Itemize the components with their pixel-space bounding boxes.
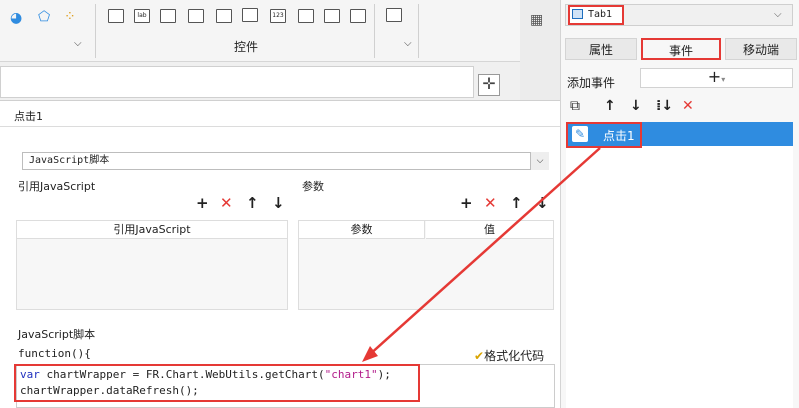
move-bottom-icon[interactable]: ⁞↓: [656, 98, 673, 114]
move-up-icon[interactable]: ↑: [246, 194, 259, 212]
scatter-icon[interactable]: ⁘: [64, 9, 76, 25]
ref-table: 引用JavaScript: [16, 220, 288, 310]
function-label: function(){: [18, 347, 91, 360]
radio-group-icon[interactable]: [324, 9, 340, 23]
plus-icon[interactable]: +: [196, 194, 209, 212]
layout-icon[interactable]: ▦: [530, 12, 543, 28]
delete-icon[interactable]: ✕: [220, 194, 233, 212]
move-up-icon[interactable]: ↑: [510, 194, 523, 212]
ref-section-title: 引用JavaScript: [18, 180, 96, 193]
tab-icon: [572, 9, 583, 19]
param-section-title: 参数: [302, 180, 324, 193]
divider: [374, 4, 375, 58]
delete-icon[interactable]: ✕: [682, 98, 694, 114]
dropdown-icon: ▾: [721, 75, 726, 84]
highlight-box: [566, 122, 642, 148]
copy-icon[interactable]: ⧉: [570, 98, 580, 114]
checkbox-group-icon[interactable]: [350, 9, 366, 23]
column-header: 值: [426, 221, 553, 239]
top-toolbar: ◕ ⬠ ⁘ ⌵ lab 123 ⌵ 控件: [0, 0, 520, 62]
chevron-down-icon[interactable]: ⌵: [404, 38, 412, 49]
add-button[interactable]: ✛: [478, 74, 500, 96]
move-down-icon[interactable]: ↓: [536, 194, 549, 212]
script-title: JavaScript脚本: [18, 328, 96, 341]
add-event-button[interactable]: +▾: [640, 68, 793, 88]
move-down-icon[interactable]: ↓: [272, 194, 285, 212]
tab-mobile[interactable]: 移动端: [725, 38, 797, 60]
move-up-icon[interactable]: ↑: [604, 98, 616, 114]
textarea-control-icon[interactable]: [298, 9, 314, 23]
format-code-button[interactable]: ✔格式化代码: [474, 347, 544, 364]
combobox-control-icon[interactable]: [188, 9, 204, 23]
number-control-icon[interactable]: 123: [270, 9, 286, 23]
name-input[interactable]: [0, 66, 474, 98]
broom-icon: ✔: [474, 349, 485, 363]
tab-attributes[interactable]: 属性: [565, 38, 637, 60]
chevron-down-icon[interactable]: ⌵: [74, 38, 82, 49]
control-group-label: 控件: [234, 40, 259, 54]
chevron-down-icon[interactable]: ⌵: [774, 9, 782, 20]
radar-icon[interactable]: ⬠: [38, 9, 50, 25]
divider: [95, 4, 96, 58]
column-header: 引用JavaScript: [17, 221, 287, 239]
date-control-icon[interactable]: [242, 8, 258, 22]
divider: [418, 4, 419, 58]
chevron-down-icon[interactable]: ⌵: [530, 152, 549, 170]
chart-icon[interactable]: ◕: [10, 10, 22, 26]
textfield-control-icon[interactable]: [160, 9, 176, 23]
divider: [0, 126, 560, 127]
button-control-icon[interactable]: [108, 9, 124, 23]
move-down-icon[interactable]: ↓: [630, 98, 642, 114]
highlight-box: [14, 364, 420, 402]
tab-events[interactable]: 事件: [641, 38, 721, 60]
delete-icon[interactable]: ✕: [484, 194, 497, 212]
list-control-icon[interactable]: [216, 9, 232, 23]
search-control-icon[interactable]: [386, 8, 402, 22]
plus-icon[interactable]: +: [460, 194, 473, 212]
label-control-icon[interactable]: lab: [134, 9, 150, 23]
event-toolbar: ⧉ ↑ ↓ ⁞↓ ✕: [566, 96, 793, 120]
event-type-select[interactable]: JavaScript脚本: [22, 152, 549, 170]
column-header: 参数: [299, 221, 425, 239]
event-list: [566, 122, 793, 408]
param-table: 参数 值: [298, 220, 554, 310]
format-code-label: 格式化代码: [484, 349, 545, 363]
editor-title: 点击1: [14, 110, 43, 123]
add-event-label: 添加事件: [567, 76, 616, 90]
plus-icon: +: [707, 67, 722, 86]
